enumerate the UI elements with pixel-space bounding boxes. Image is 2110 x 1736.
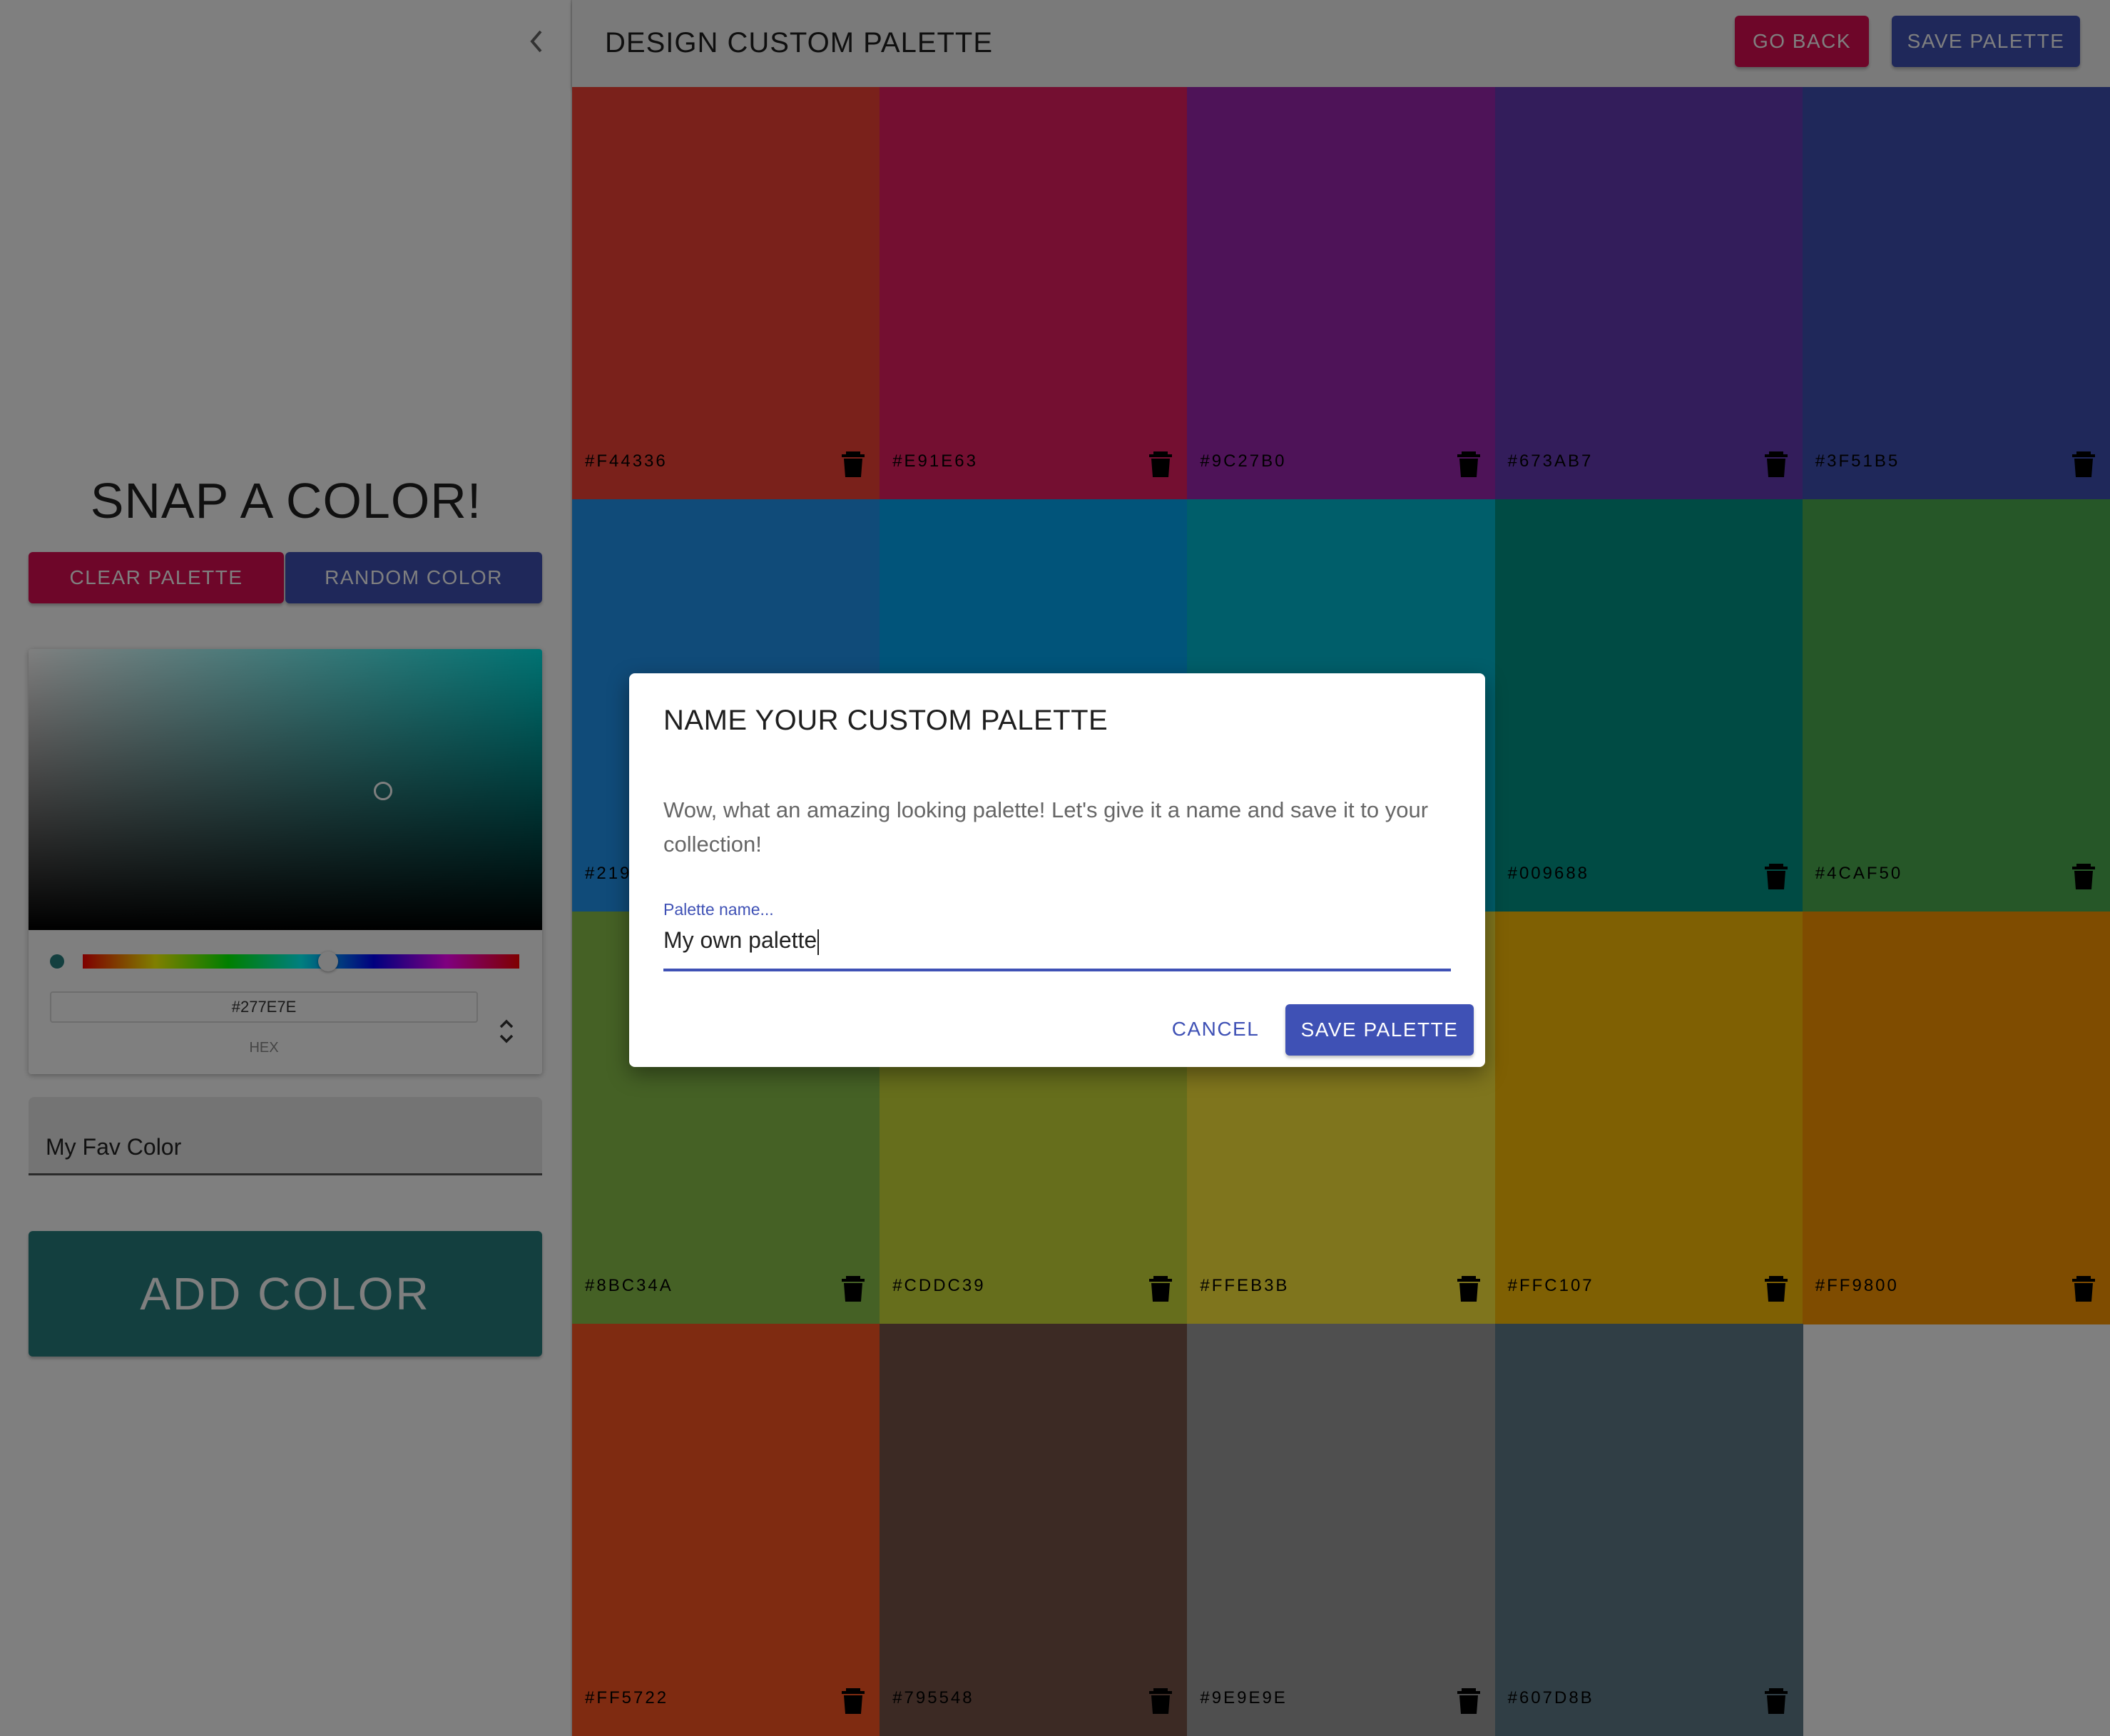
dialog-text: Wow, what an amazing looking palette! Le… <box>663 797 1429 857</box>
palette-name-input[interactable]: My own palette <box>663 924 1451 971</box>
dialog-save-palette-button[interactable]: SAVE PALETTE <box>1285 1004 1474 1056</box>
palette-name-label: Palette name... <box>663 900 774 919</box>
cancel-button[interactable]: CANCEL <box>1166 1004 1265 1054</box>
app-root: SNAP A COLOR! CLEAR PALETTE RANDOM COLOR… <box>0 0 2110 1736</box>
text-caret <box>817 929 820 955</box>
dialog-title: NAME YOUR CUSTOM PALETTE <box>663 705 1108 736</box>
palette-name-value: My own palette <box>663 927 817 953</box>
